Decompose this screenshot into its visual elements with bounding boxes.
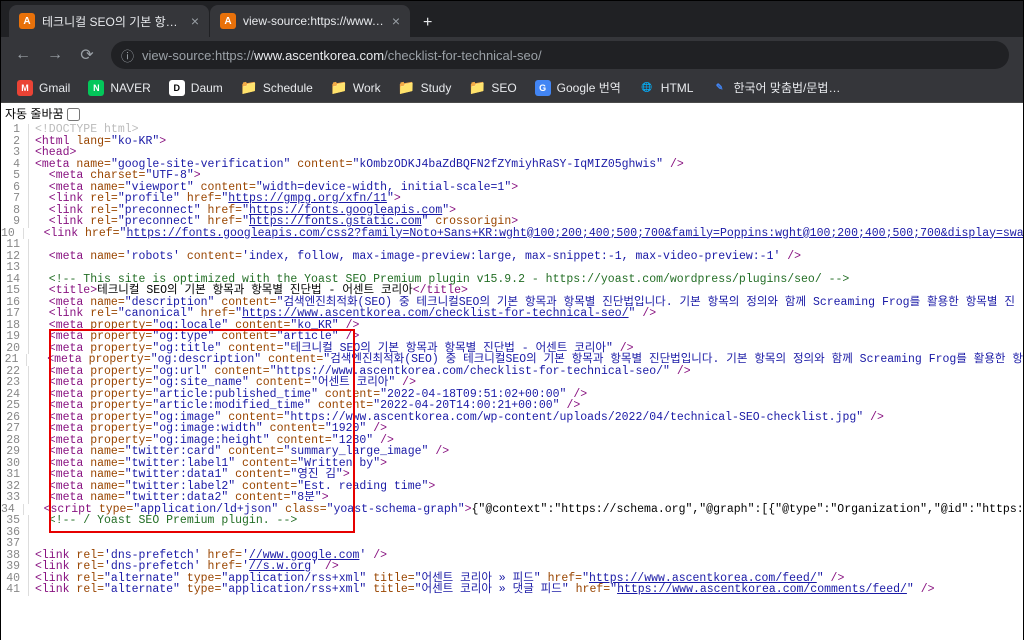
line-number: 19	[1, 331, 29, 343]
bookmark-icon: N	[88, 80, 104, 96]
bookmark-item[interactable]: 📁 SEO	[461, 77, 524, 99]
line-number: 35	[1, 515, 29, 527]
url-path: /checklist-for-technical-seo/	[384, 48, 542, 63]
bookmark-label: Work	[353, 81, 381, 95]
line-wrap-label: 자동 줄바꿈	[5, 107, 67, 121]
line-number: 15	[1, 285, 29, 297]
bookmark-item[interactable]: N NAVER	[80, 77, 158, 99]
line-number: 11	[1, 239, 29, 251]
bookmark-item[interactable]: 📁 Schedule	[233, 77, 321, 99]
bookmark-icon: 🌐	[639, 80, 655, 96]
favicon-icon: A	[19, 13, 35, 29]
line-number: 23	[1, 377, 29, 389]
bookmark-item[interactable]: M Gmail	[9, 77, 78, 99]
bookmark-label: HTML	[661, 81, 694, 95]
line-number: 29	[1, 446, 29, 458]
bookmark-label: Study	[421, 81, 452, 95]
bookmark-icon: 📁	[241, 80, 257, 96]
bookmark-item[interactable]: ✎ 한국어 맞춤법/문법…	[703, 76, 848, 99]
tab-title: view-source:https://www.ascentk	[243, 14, 386, 28]
tab-bar: A 테크니컬 SEO의 기본 항목과 항 × A view-source:htt…	[1, 1, 1023, 37]
line-number: 27	[1, 423, 29, 435]
line-number: 25	[1, 400, 29, 412]
bookmark-icon: ✎	[711, 80, 727, 96]
bookmarks-bar: M Gmail N NAVER D Daum 📁 Schedule 📁 Work 📁 Study 📁 SE…	[1, 73, 1023, 103]
bookmark-item[interactable]: 📁 Study	[391, 77, 460, 99]
code-line: 41<link rel="alternate" type="applicatio…	[1, 584, 1023, 596]
line-number: 37	[1, 538, 29, 550]
line-text[interactable]: <link rel="alternate" type="application/…	[29, 584, 935, 596]
toolbar: ← → ⟳ ⓘ view-source:https://www.ascentko…	[1, 37, 1023, 73]
bookmark-label: Gmail	[39, 81, 70, 95]
bookmark-item[interactable]: 🌐 HTML	[631, 77, 702, 99]
line-number: 17	[1, 308, 29, 320]
bookmark-label: 한국어 맞춤법/문법…	[733, 79, 840, 96]
tab-title: 테크니컬 SEO의 기본 항목과 항	[42, 13, 185, 30]
line-number: 5	[1, 170, 29, 182]
line-text[interactable]: <meta name='robots' content='index, foll…	[29, 251, 801, 263]
tab-2[interactable]: A view-source:https://www.ascentk ×	[210, 5, 410, 37]
close-icon[interactable]: ×	[392, 13, 400, 29]
favicon-icon: A	[220, 13, 236, 29]
line-number: 33	[1, 492, 29, 504]
bookmark-label: NAVER	[110, 81, 150, 95]
line-number: 9	[1, 216, 29, 228]
bookmark-item[interactable]: 📁 Work	[323, 77, 389, 99]
address-bar[interactable]: ⓘ view-source:https://www.ascentkorea.co…	[111, 41, 1009, 69]
reload-button[interactable]: ⟳	[73, 39, 101, 71]
line-number: 13	[1, 262, 29, 274]
close-icon[interactable]: ×	[191, 13, 199, 29]
line-wrap-control: 자동 줄바꿈	[1, 103, 1023, 124]
code-line: 12 <meta name='robots' content='index, f…	[1, 251, 1023, 263]
line-number: 31	[1, 469, 29, 481]
line-number: 3	[1, 147, 29, 159]
line-number: 41	[1, 584, 29, 596]
forward-button[interactable]: →	[41, 40, 69, 70]
line-number: 39	[1, 561, 29, 573]
line-number: 7	[1, 193, 29, 205]
code-line: 2<html lang="ko-KR">	[1, 136, 1023, 148]
url-domain: www.ascentkorea.com	[254, 48, 384, 63]
bookmark-icon: D	[169, 80, 185, 96]
bookmark-label: Google 번역	[557, 79, 621, 96]
code-line: 36	[1, 527, 1023, 539]
bookmark-icon: M	[17, 80, 33, 96]
bookmark-label: SEO	[491, 81, 516, 95]
source-code[interactable]: 1<!DOCTYPE html>2<html lang="ko-KR">3<he…	[1, 124, 1023, 596]
line-wrap-checkbox[interactable]	[67, 108, 80, 121]
new-tab-button[interactable]: +	[411, 9, 444, 37]
line-number: 1	[1, 124, 29, 136]
bookmark-label: Daum	[191, 81, 223, 95]
line-text[interactable]: <link href="https://fonts.googleapis.com…	[24, 228, 1023, 240]
line-text[interactable]: <!-- / Yoast SEO Premium plugin. -->	[29, 515, 297, 527]
page-content: 자동 줄바꿈 1<!DOCTYPE html>2<html lang="ko-K…	[1, 103, 1023, 641]
site-info-icon[interactable]: ⓘ	[121, 46, 134, 65]
bookmark-item[interactable]: G Google 번역	[527, 76, 629, 99]
back-button[interactable]: ←	[9, 40, 37, 70]
bookmark-icon: 📁	[469, 80, 485, 96]
code-line: 10 <link href="https://fonts.googleapis.…	[1, 228, 1023, 240]
bookmark-icon: G	[535, 80, 551, 96]
line-text[interactable]	[29, 527, 35, 539]
bookmark-icon: 📁	[399, 80, 415, 96]
tab-1[interactable]: A 테크니컬 SEO의 기본 항목과 항 ×	[9, 5, 209, 37]
code-line: 35 <!-- / Yoast SEO Premium plugin. -->	[1, 515, 1023, 527]
line-number: 21	[1, 354, 27, 366]
bookmark-label: Schedule	[263, 81, 313, 95]
bookmark-icon: 📁	[331, 80, 347, 96]
url-prefix: view-source:https://	[142, 48, 254, 63]
bookmark-item[interactable]: D Daum	[161, 77, 231, 99]
